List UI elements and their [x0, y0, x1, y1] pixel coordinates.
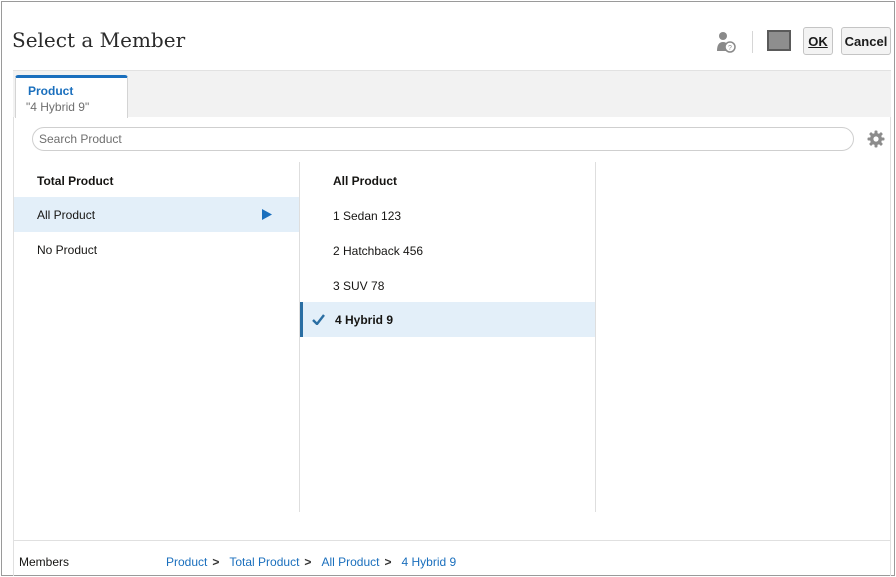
dimension-tabbar: Product "4 Hybrid 9" — [13, 70, 891, 118]
breadcrumb: Product > Total Product > All Product > … — [166, 555, 456, 569]
list-item-label: 4 Hybrid 9 — [335, 312, 394, 327]
list-item-label: 2 Hatchback 456 — [333, 243, 424, 258]
search-input[interactable] — [32, 127, 854, 151]
footer-divider — [14, 540, 891, 541]
tab-product[interactable]: Product "4 Hybrid 9" — [15, 75, 128, 118]
column-2-header: All Product — [333, 174, 398, 188]
list-item-label: All Product — [37, 207, 96, 222]
footer-members-label: Members — [19, 555, 70, 569]
dialog-title: Select a Member — [12, 28, 186, 52]
cancel-button[interactable]: Cancel — [841, 27, 891, 55]
breadcrumb-separator: > — [212, 555, 220, 569]
member-properties-icon[interactable]: ? — [716, 31, 736, 53]
breadcrumb-total-product[interactable]: Total Product — [229, 555, 299, 569]
column-divider — [595, 162, 596, 512]
select-member-dialog: Select a Member ? OK Cancel Product "4 H… — [1, 1, 895, 576]
check-icon — [312, 314, 325, 325]
breadcrumb-all-product[interactable]: All Product — [321, 555, 379, 569]
square-icon[interactable] — [767, 30, 791, 51]
list-item-suv[interactable]: 3 SUV 78 — [300, 268, 595, 303]
breadcrumb-product[interactable]: Product — [166, 555, 207, 569]
column-1-header: Total Product — [37, 174, 114, 188]
arrow-right-icon[interactable] — [262, 209, 272, 220]
list-item-all-product[interactable]: All Product — [14, 197, 299, 232]
svg-text:?: ? — [728, 45, 732, 52]
list-item-sedan[interactable]: 1 Sedan 123 — [300, 198, 595, 233]
gear-icon[interactable] — [867, 130, 885, 148]
breadcrumb-separator: > — [384, 555, 392, 569]
tab-selection: "4 Hybrid 9" — [26, 100, 90, 114]
list-item-label: 1 Sedan 123 — [333, 208, 402, 223]
list-item-hatchback[interactable]: 2 Hatchback 456 — [300, 233, 595, 268]
member-browser: Total Product All Product No Product All… — [13, 117, 891, 576]
toolbar-divider — [752, 31, 753, 53]
tab-title: Product — [28, 84, 74, 98]
list-item-label: No Product — [37, 242, 98, 257]
breadcrumb-separator: > — [304, 555, 312, 569]
ok-button[interactable]: OK — [803, 27, 833, 55]
breadcrumb-hybrid[interactable]: 4 Hybrid 9 — [401, 555, 456, 569]
list-item-label: 3 SUV 78 — [333, 278, 385, 293]
list-item-no-product[interactable]: No Product — [14, 232, 299, 267]
list-item-hybrid[interactable]: 4 Hybrid 9 — [300, 302, 595, 337]
